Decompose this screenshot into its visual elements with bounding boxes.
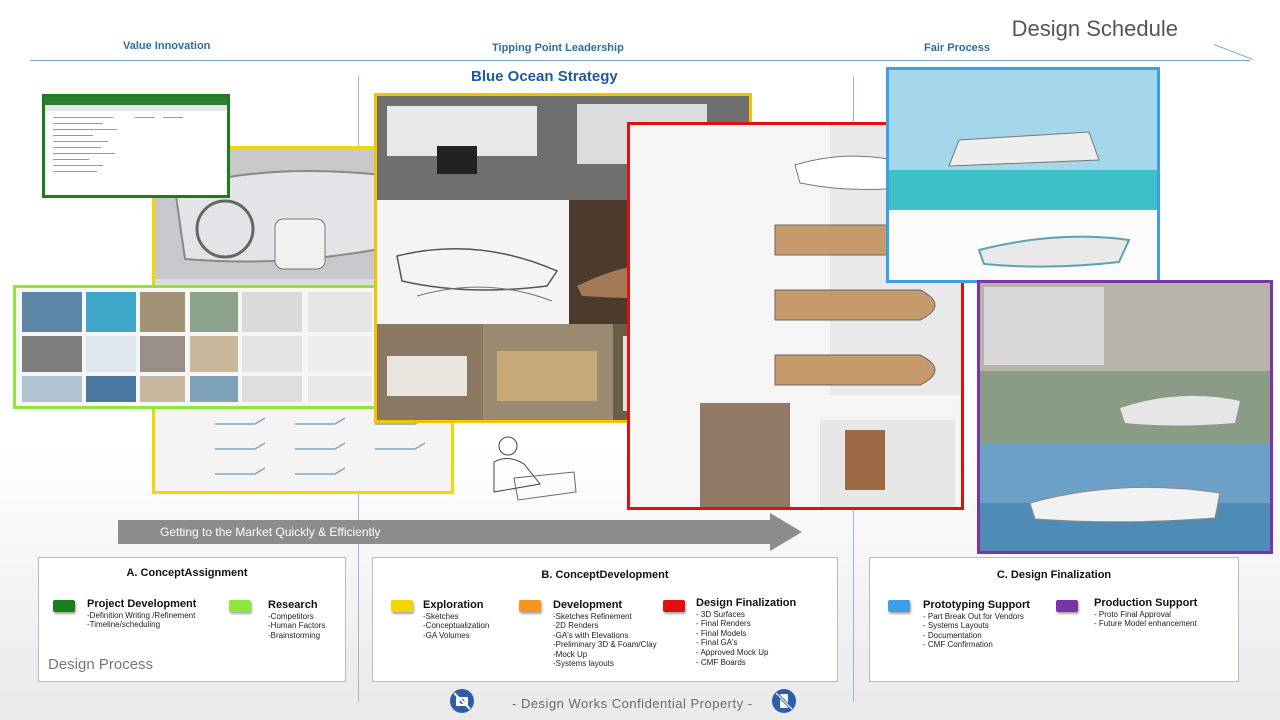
design-finalization-item: - CMF Boards xyxy=(696,658,746,667)
section-b-title: B. ConceptDevelopment xyxy=(541,569,669,581)
production-support-item: - Future Model enhancement xyxy=(1094,619,1197,628)
section-a-title: A. ConceptAssignment xyxy=(126,567,248,579)
prototyping-support-title: Prototyping Support xyxy=(923,599,1030,611)
project-development-item: -Timeline/scheduling xyxy=(87,620,161,629)
timeline-arrow-label: Getting to the Market Quickly & Efficien… xyxy=(160,525,381,539)
section-concept-development: B. ConceptDevelopment Exploration -Sketc… xyxy=(372,557,838,682)
section-design-finalization: C. Design Finalization Prototyping Suppo… xyxy=(869,557,1239,682)
timeline-arrow-head xyxy=(770,513,802,551)
design-finalization-item: - Approved Mock Up xyxy=(696,648,769,657)
research-moodboard-image xyxy=(13,285,380,409)
no-camera-icon xyxy=(448,687,476,715)
design-finalization-swatch xyxy=(663,600,685,612)
spreadsheet-image xyxy=(42,94,230,198)
design-process-label: Design Process xyxy=(48,656,154,673)
designer-drawing-illustration xyxy=(484,432,580,504)
project-development-title: Project Development xyxy=(87,598,197,610)
exploration-item: -Conceptualization xyxy=(423,621,490,630)
design-finalization-item: - Final GA's xyxy=(696,638,738,647)
development-item: -2D Renders xyxy=(553,621,599,630)
timeline-divider-end xyxy=(1213,44,1254,61)
exploration-swatch xyxy=(391,600,413,612)
prototyping-support-item: - CMF Confirmation xyxy=(923,640,993,649)
phase-tipping-point: Tipping Point Leadership xyxy=(492,42,624,54)
development-swatch xyxy=(519,600,541,612)
research-swatch xyxy=(229,600,251,612)
no-phone-icon xyxy=(770,687,798,715)
section-c-title: C. Design Finalization xyxy=(996,569,1112,581)
prototyping-boat-photos-image xyxy=(886,67,1160,283)
design-finalization-title: Design Finalization xyxy=(696,597,797,609)
prototyping-support-swatch xyxy=(888,600,910,612)
confidential-footer: - Design Works Confidential Property - xyxy=(512,696,753,711)
development-item: -Preliminary 3D & Foam/Clay xyxy=(553,640,657,649)
exploration-title: Exploration xyxy=(423,599,484,611)
page-title: Design Schedule xyxy=(1011,16,1178,41)
phase-value-innovation: Value Innovation xyxy=(123,40,211,52)
research-item: -Brainstorming xyxy=(268,631,321,640)
production-support-title: Production Support xyxy=(1094,597,1198,609)
prototyping-support-item: - Systems Layouts xyxy=(923,621,989,630)
strategy-title: Blue Ocean Strategy xyxy=(471,68,618,85)
production-support-swatch xyxy=(1056,600,1078,612)
timeline-divider xyxy=(30,60,1250,61)
exploration-item: -GA Volumes xyxy=(423,631,470,640)
phase-fair-process: Fair Process xyxy=(924,42,991,54)
research-title: Research xyxy=(268,599,318,611)
project-development-swatch xyxy=(53,600,75,612)
development-item: -Systems layouts xyxy=(553,659,614,668)
design-finalization-item: - Final Renders xyxy=(696,619,751,628)
production-boat-photos-image xyxy=(977,280,1273,554)
development-title: Development xyxy=(553,599,623,611)
research-item: -Human Factors xyxy=(268,621,326,630)
